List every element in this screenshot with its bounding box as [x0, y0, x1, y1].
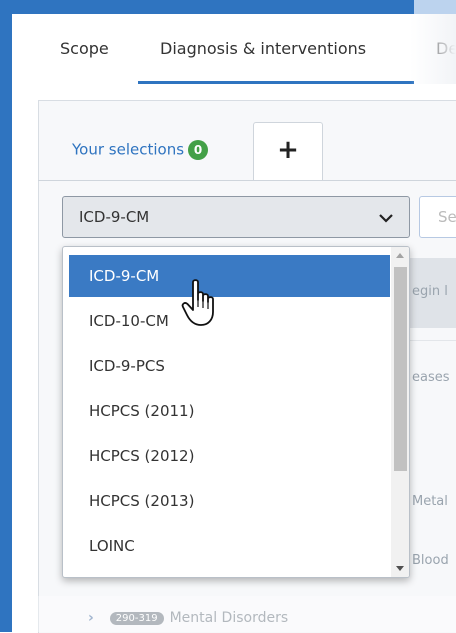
code-system-dropdown-list: ICD-9-CM ICD-10-CM ICD-9-PCS HCPCS (2011… [62, 246, 410, 578]
dropdown-option-hcpcs-2012[interactable]: HCPCS (2012) [69, 435, 390, 477]
hand-pointer-cursor-icon [181, 279, 214, 326]
window-left-border [0, 0, 12, 632]
window-top-border [0, 0, 456, 14]
background-row-divider [408, 340, 456, 341]
selections-count-badge: 0 [188, 140, 209, 160]
active-tab-indicator [138, 81, 414, 84]
tab-scope[interactable]: Scope [60, 14, 109, 84]
background-dim [38, 596, 456, 632]
dropdown-option-icd-9-cm[interactable]: ICD-9-CM [69, 255, 390, 297]
search-placeholder-partial: Se [438, 208, 456, 226]
your-selections-label: Your selections [72, 140, 185, 159]
background-row-text: eases [412, 370, 450, 385]
background-header-text: egin l [412, 284, 448, 299]
background-row-text: Metal [412, 494, 448, 509]
dropdown-option-icd-9-pcs[interactable]: ICD-9-PCS [69, 345, 390, 387]
tab-your-selections[interactable]: Your selections 0 [72, 140, 209, 160]
add-tab-button[interactable]: + [253, 122, 323, 181]
subtab-divider [38, 180, 456, 181]
scroll-down-arrow-icon[interactable] [396, 566, 404, 571]
scroll-up-arrow-icon[interactable] [396, 253, 404, 258]
chevron-down-icon [379, 214, 393, 223]
dropdown-scrollbar[interactable] [391, 247, 409, 577]
tab-overflow-fade [410, 14, 456, 84]
tab-diagnosis-interventions[interactable]: Diagnosis & interventions [160, 14, 366, 84]
dropdown-option-hcpcs-2013[interactable]: HCPCS (2013) [69, 480, 390, 522]
code-system-select[interactable]: ICD-9-CM [62, 196, 410, 238]
search-input[interactable]: Se [419, 196, 456, 238]
scrollbar-thumb[interactable] [394, 267, 407, 471]
dropdown-option-loinc[interactable]: LOINC [69, 525, 390, 567]
dropdown-option-icd-10-cm[interactable]: ICD-10-CM [69, 300, 390, 342]
window-top-border-fade [414, 0, 456, 14]
top-navigation: Scope Diagnosis & interventions De [12, 14, 456, 84]
code-system-select-value: ICD-9-CM [79, 208, 150, 226]
dropdown-option-hcpcs-2011[interactable]: HCPCS (2011) [69, 390, 390, 432]
background-row-text: Blood [412, 553, 449, 568]
